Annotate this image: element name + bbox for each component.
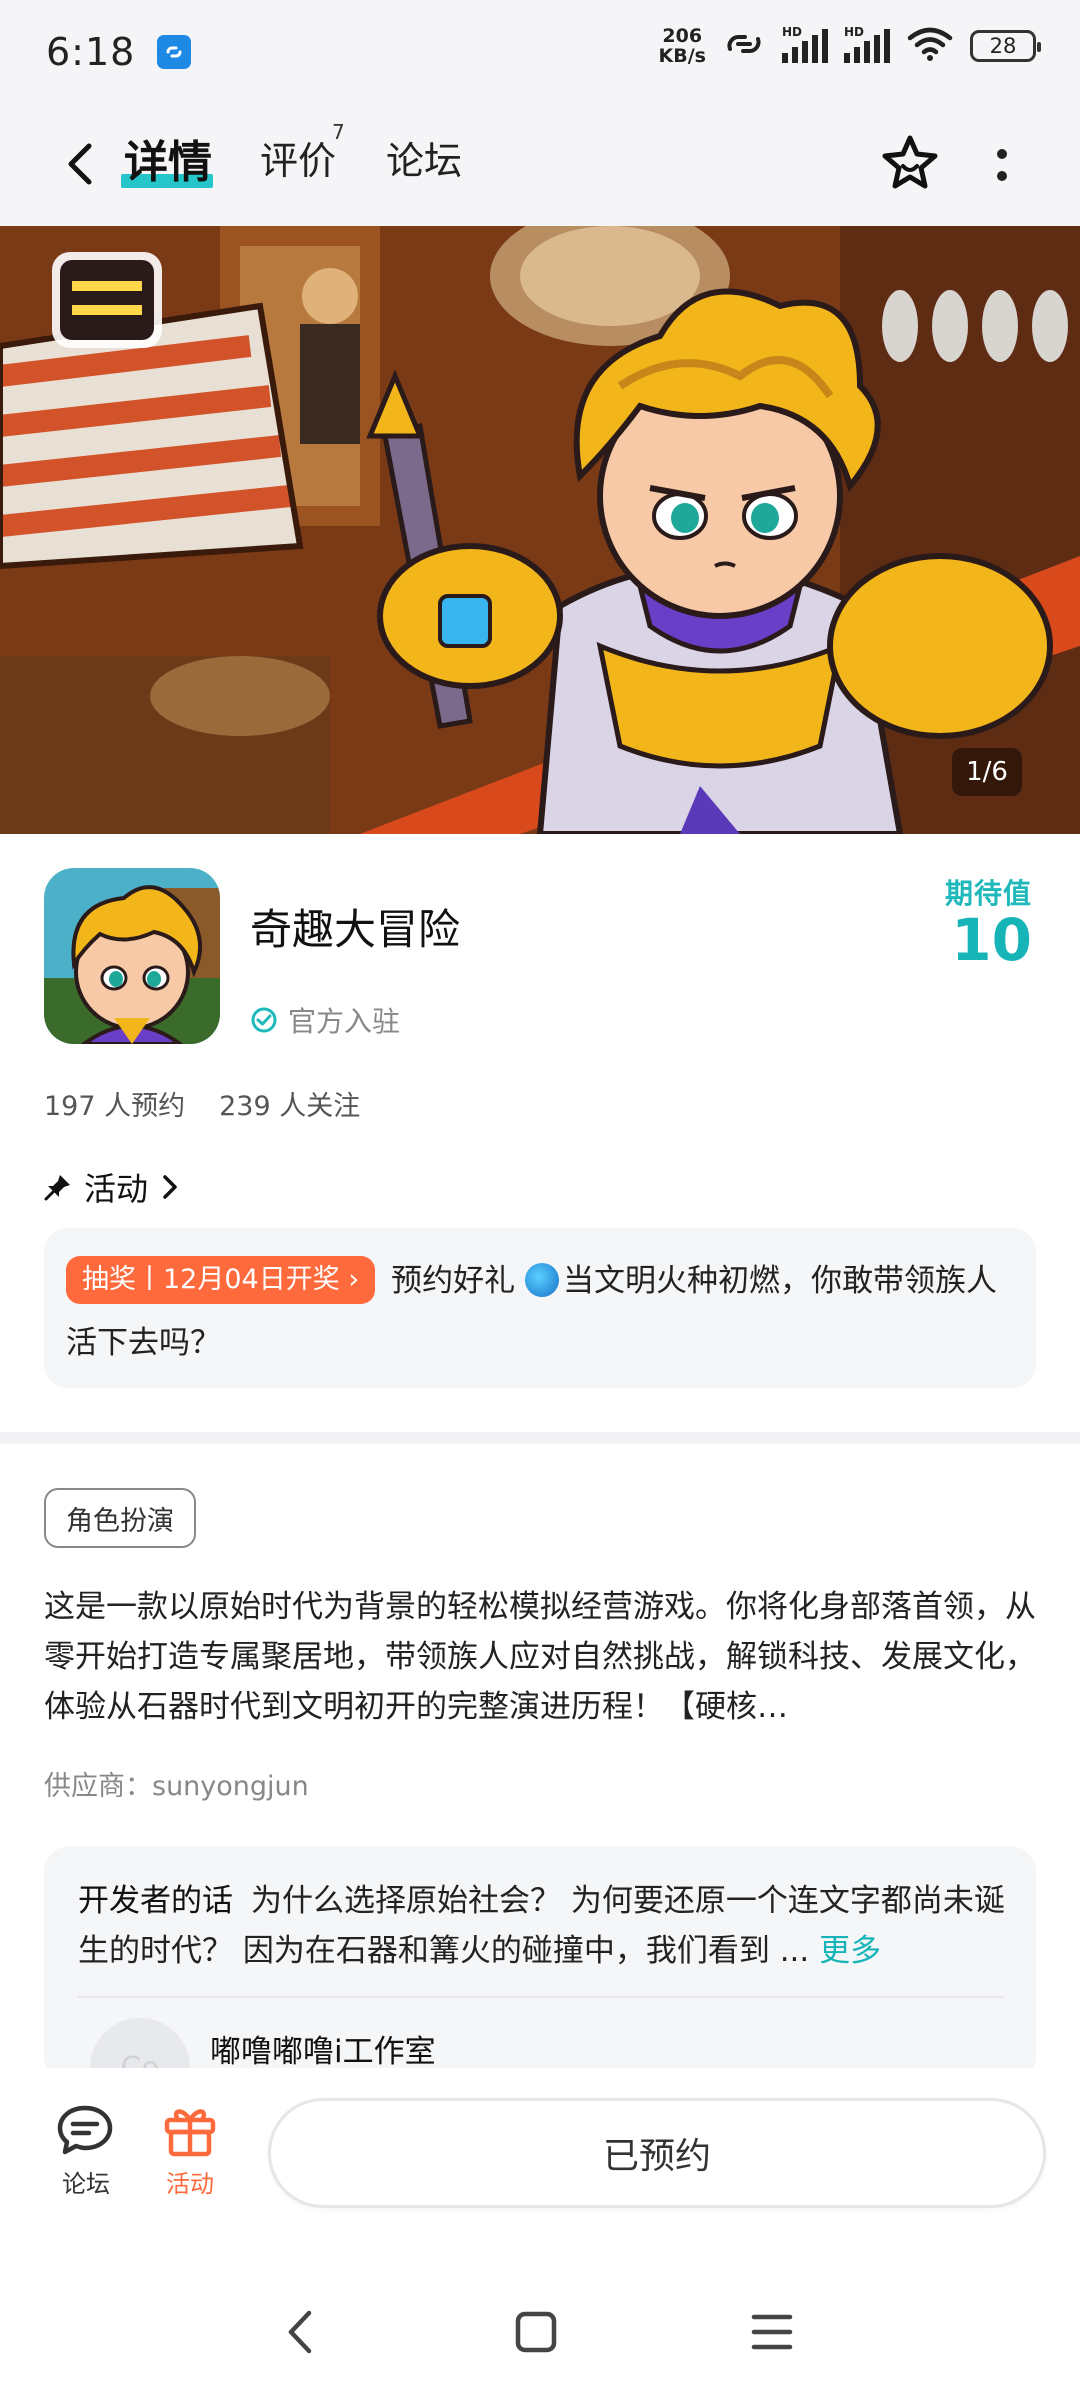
tab-forum-label: 论坛 [386, 139, 463, 183]
developer-separator [78, 1996, 1004, 1998]
banner-carousel[interactable]: 1/6 [0, 226, 1080, 834]
more-link[interactable]: 更多 [819, 1933, 881, 1969]
tab-reviews[interactable]: 评价 7 [260, 120, 345, 185]
status-bar: 6:18 206 KB/s HD HD 28 [0, 0, 1080, 104]
developer-card[interactable]: 开发者的话 为什么选择原始社会？ 为何要还原一个连文字都尚未诞生的时代？ 因为在石… [44, 1846, 1036, 2082]
tab-details-label: 详情 [124, 137, 212, 188]
bottom-action-bar: 论坛 活动 已预约 [0, 2068, 1080, 2258]
tab-reviews-label: 评价 [260, 139, 337, 183]
system-home-icon [515, 2311, 557, 2353]
status-time: 6:18 [46, 30, 136, 74]
system-back-icon [288, 2310, 312, 2354]
status-icons: 206 KB/s HD HD 28 [659, 25, 1041, 66]
more-dot-icon [997, 171, 1007, 181]
network-speed: 206 KB/s [659, 26, 706, 66]
hd-label-2: HD [844, 25, 865, 39]
back-button[interactable] [50, 134, 110, 194]
official-label: 官方入驻 [288, 1005, 401, 1038]
more-options-button[interactable] [980, 132, 1024, 198]
banner-page-counter: 1/6 [952, 748, 1022, 796]
forum-label: 论坛 [62, 2170, 110, 2198]
tab-forum[interactable]: 论坛 [386, 130, 462, 185]
more-dot-icon [997, 149, 1007, 159]
chevron-right-icon: › [348, 1263, 360, 1295]
developer-label: 开发者的话 [78, 1883, 233, 1919]
activity-button[interactable]: 活动 [150, 2102, 230, 2199]
tab-details[interactable]: 详情 [124, 126, 212, 190]
forum-button[interactable]: 论坛 [46, 2102, 126, 2199]
pin-icon [44, 1175, 70, 1201]
check-circle-icon [251, 1007, 277, 1033]
system-menu-icon [751, 2314, 793, 2350]
app-page: 6:18 206 KB/s HD HD 28 详情 评价 7 论坛 1/6 奇趣… [0, 0, 1080, 2400]
system-nav-bar [0, 2258, 1080, 2400]
star-icon [882, 135, 938, 189]
genre-tag[interactable]: 角色扮演 [44, 1488, 196, 1548]
net-speed-value: 206 [662, 25, 703, 47]
official-badge: 官方入驻 [250, 1000, 400, 1040]
section-divider [0, 1432, 1080, 1444]
system-back-button[interactable] [270, 2302, 330, 2362]
activity-lead: 预约好礼 [391, 1263, 516, 1299]
battery-level: 28 [989, 34, 1017, 58]
activity-header[interactable]: 活动 [44, 1164, 180, 1210]
battery-icon: 28 [970, 30, 1041, 62]
lottery-tag-label: 抽奖丨12月04日开奖 [82, 1263, 340, 1295]
signal-icon-sim1: HD [782, 25, 828, 63]
game-icon [44, 868, 220, 1044]
wifi-icon [906, 26, 954, 66]
developer-studio-name[interactable]: 嘟噜嘟噜i工作室 [210, 2026, 436, 2071]
notification-app-icon [157, 35, 192, 69]
supplier-info: 供应商：sunyongjun [44, 1771, 309, 1802]
lottery-tag[interactable]: 抽奖丨12月04日开奖 › [66, 1255, 376, 1304]
developer-note: 开发者的话 为什么选择原始社会？ 为何要还原一个连文字都尚未诞生的时代？ 因为在石… [78, 1876, 1008, 1976]
link-icon [722, 27, 766, 65]
favorite-button[interactable] [877, 132, 943, 198]
gift-icon [164, 2109, 216, 2157]
hd-label-1: HD [782, 25, 803, 39]
game-stats: 197 人预约 239 人关注 [44, 1084, 360, 1123]
expectation-value: 10 [951, 906, 1032, 974]
follower-count: 239 人关注 [219, 1091, 361, 1122]
game-title: 奇趣大冒险 [250, 905, 461, 954]
game-description[interactable]: 这是一款以原始时代为背景的轻松模拟经营游戏。你将化身部落首领，从零开始打造专属聚… [44, 1582, 1036, 1732]
globe-icon [524, 1262, 559, 1297]
reservation-count: 197 人预约 [44, 1091, 186, 1122]
system-menu-button[interactable] [742, 2302, 802, 2362]
banner-artwork [0, 226, 1080, 834]
activity-label: 活动 [166, 2170, 214, 2198]
net-speed-unit: KB/s [658, 45, 706, 67]
activity-heading: 活动 [84, 1170, 149, 1208]
forum-chat-icon [57, 2105, 113, 2155]
chevron-right-icon [163, 1175, 177, 1199]
activity-card[interactable]: 抽奖丨12月04日开奖 › 预约好礼 当文明火种初燃，你敢带领族人活下去吗？ [44, 1228, 1036, 1388]
back-arrow-icon [68, 143, 92, 185]
system-home-button[interactable] [506, 2302, 566, 2362]
reserved-button[interactable]: 已预约 [268, 2098, 1046, 2208]
signal-icon-sim2: HD [844, 25, 890, 63]
top-nav: 详情 评价 7 论坛 [0, 104, 1080, 226]
